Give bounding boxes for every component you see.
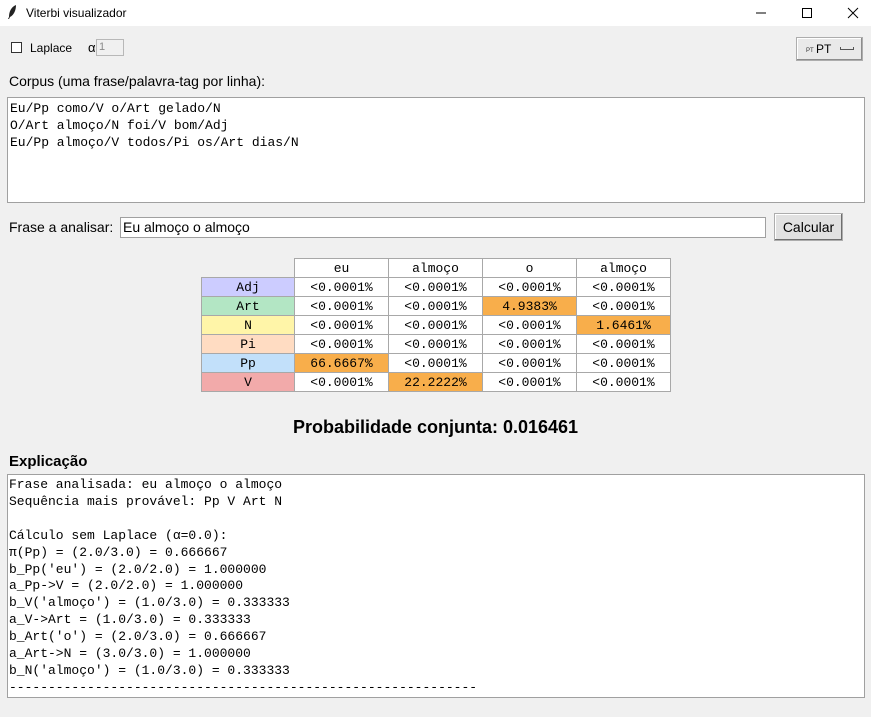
table-cell: <0.0001% [294, 277, 389, 297]
column-header: o [482, 258, 577, 278]
table-cell: <0.0001% [482, 315, 577, 335]
laplace-label: Laplace [30, 41, 73, 55]
corpus-textarea[interactable]: Eu/Pp como/V o/Art gelado/N O/Art almoço… [7, 97, 865, 203]
language-flag-icon: PT [806, 48, 814, 54]
sentence-input[interactable]: Eu almoço o almoço [120, 217, 766, 238]
table-row: Pi <0.0001% <0.0001% <0.0001% <0.0001% [201, 334, 671, 354]
table-cell: <0.0001% [388, 334, 483, 354]
explanation-label: Explicação [9, 453, 88, 470]
table-cell: 66.6667% [294, 353, 389, 373]
table-cell: <0.0001% [388, 277, 483, 297]
row-tag: Adj [201, 277, 295, 297]
row-tag: Art [201, 296, 295, 316]
table-cell: <0.0001% [576, 372, 671, 392]
table-cell: <0.0001% [294, 372, 389, 392]
row-tag: V [201, 372, 295, 392]
table-header-row: eu almoço o almoço [202, 258, 671, 278]
maximize-button[interactable] [784, 0, 830, 26]
table-cell: <0.0001% [482, 334, 577, 354]
joint-probability: Probabilidade conjunta: 0.016461 [292, 417, 579, 437]
table-cell: <0.0001% [294, 296, 389, 316]
table-corner [202, 259, 295, 278]
table-cell: 22.2222% [388, 372, 483, 392]
column-header: eu [294, 258, 389, 278]
language-button[interactable]: PT PT [796, 37, 863, 61]
table-cell: 1.6461% [576, 315, 671, 335]
viterbi-table: eu almoço o almoço Adj <0.0001% <0.0001%… [201, 258, 671, 392]
row-tag: N [201, 315, 295, 335]
explanation-textarea[interactable]: Frase analisada: eu almoço o almoço Sequ… [7, 474, 865, 698]
laplace-checkbox[interactable] [11, 42, 22, 53]
row-tag: Pp [201, 353, 295, 373]
dropdown-indicator-icon [840, 47, 854, 50]
close-button[interactable] [830, 0, 871, 26]
table-cell: <0.0001% [294, 315, 389, 335]
table-row: V <0.0001% 22.2222% <0.0001% <0.0001% [201, 372, 671, 392]
alpha-label: α [88, 40, 96, 55]
table-cell: <0.0001% [388, 315, 483, 335]
table-cell: <0.0001% [576, 334, 671, 354]
feather-icon [8, 5, 16, 19]
column-header: almoço [388, 258, 483, 278]
minimize-icon [756, 12, 766, 14]
alpha-input[interactable]: 1 [96, 39, 124, 56]
corpus-label: Corpus (uma frase/palavra-tag por linha)… [9, 73, 266, 89]
table-cell: 4.9383% [482, 296, 577, 316]
calculate-button[interactable]: Calcular [774, 213, 843, 241]
table-cell: <0.0001% [576, 296, 671, 316]
table-cell: <0.0001% [482, 353, 577, 373]
minimize-button[interactable] [738, 0, 784, 26]
table-row: N <0.0001% <0.0001% <0.0001% 1.6461% [201, 315, 671, 335]
sentence-label: Frase a analisar: [9, 219, 114, 235]
table-cell: <0.0001% [294, 334, 389, 354]
maximize-icon [802, 8, 812, 18]
language-label: PT [816, 42, 832, 56]
table-cell: <0.0001% [482, 372, 577, 392]
window-title: Viterbi visualizador [26, 6, 127, 20]
table-cell: <0.0001% [576, 353, 671, 373]
table-row: Pp 66.6667% <0.0001% <0.0001% <0.0001% [201, 353, 671, 373]
table-cell: <0.0001% [482, 277, 577, 297]
title-bar: Viterbi visualizador [0, 0, 871, 26]
column-header: almoço [576, 258, 671, 278]
close-icon [847, 7, 859, 19]
table-cell: <0.0001% [576, 277, 671, 297]
table-row: Art <0.0001% <0.0001% 4.9383% <0.0001% [201, 296, 671, 316]
row-tag: Pi [201, 334, 295, 354]
table-cell: <0.0001% [388, 353, 483, 373]
table-row: Adj <0.0001% <0.0001% <0.0001% <0.0001% [201, 277, 671, 297]
table-cell: <0.0001% [388, 296, 483, 316]
